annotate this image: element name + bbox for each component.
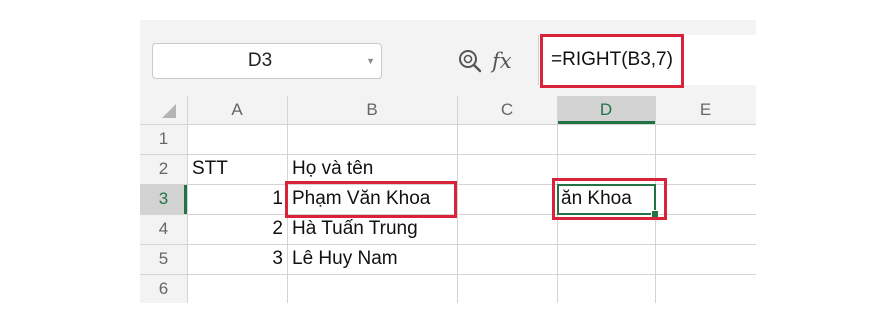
column-header-a[interactable]: A [187, 96, 287, 124]
sheet-grid: A B C D E 1 2 3 4 5 6 STT Họ và tên 1 Ph… [140, 96, 756, 303]
name-box-value: D3 [247, 50, 273, 71]
cell-b4[interactable]: Hà Tuấn Trung [292, 214, 418, 244]
fx-icon[interactable]: fx [492, 43, 512, 79]
row-header-2[interactable]: 2 [140, 154, 187, 184]
grid-line [140, 124, 756, 125]
grid-line [140, 274, 756, 275]
cell-b2[interactable]: Họ và tên [292, 154, 373, 184]
column-header-b[interactable]: B [287, 96, 457, 124]
cell-a4[interactable]: 2 [187, 214, 283, 244]
column-header-e[interactable]: E [655, 96, 756, 124]
row-header-6[interactable]: 6 [140, 274, 187, 303]
cell-a5[interactable]: 3 [187, 244, 283, 274]
cell-a3[interactable]: 1 [187, 184, 283, 214]
grid-line [140, 154, 756, 155]
row-header-3[interactable]: 3 [140, 184, 187, 214]
grid-line [457, 96, 458, 303]
d3-highlight-box [552, 178, 667, 220]
row-header-1[interactable]: 1 [140, 124, 187, 154]
row-header-4[interactable]: 4 [140, 214, 187, 244]
cell-b5[interactable]: Lê Huy Nam [292, 244, 398, 274]
magnifier-icon[interactable] [456, 43, 484, 79]
formula-highlight-box [540, 34, 684, 88]
row-header-5[interactable]: 5 [140, 244, 187, 274]
b3-highlight-box [285, 181, 457, 218]
select-all-icon[interactable] [160, 102, 178, 120]
chevron-down-icon[interactable]: ▼ [366, 44, 375, 78]
name-box[interactable]: D3 ▼ [152, 43, 382, 79]
column-header-d[interactable]: D [557, 96, 655, 124]
spreadsheet-window: D3 ▼ fx =RIGHT(B3,7) A B C D E 1 2 3 4 5… [140, 20, 756, 303]
column-header-c[interactable]: C [457, 96, 557, 124]
cell-a2[interactable]: STT [192, 154, 228, 184]
